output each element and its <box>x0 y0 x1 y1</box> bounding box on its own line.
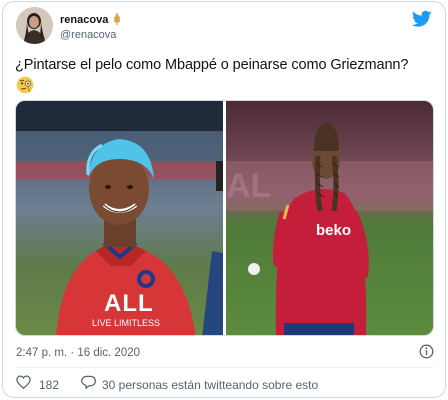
heart-icon[interactable] <box>16 375 31 394</box>
svg-text:AL: AL <box>226 167 271 205</box>
photo-player-braids[interactable]: AL beko <box>226 101 433 335</box>
divider <box>15 367 434 368</box>
tweet-text: ¿Pintarse el pelo como Mbappé o peinarse… <box>15 57 409 73</box>
photo-player-blue-hair[interactable]: ALL LIVE LIMITLESS <box>16 101 223 335</box>
monocle-face-emoji-icon <box>16 76 34 94</box>
svg-text:beko: beko <box>316 222 351 239</box>
avatar[interactable] <box>16 7 53 44</box>
user-handle[interactable]: @renacova <box>60 29 116 42</box>
reply-button[interactable]: 30 personas están twitteando sobre esto <box>81 375 318 394</box>
display-name-text[interactable]: renacova <box>60 14 108 27</box>
display-name[interactable]: renacova <box>60 13 122 28</box>
like-button[interactable]: 182 <box>16 375 59 394</box>
media-grid: ALL LIVE LIMITLESS AL beko <box>15 100 434 336</box>
info-icon[interactable] <box>419 344 434 359</box>
svg-text:LIVE LIMITLESS: LIVE LIMITLESS <box>92 318 160 328</box>
wheat-emoji-icon <box>112 13 122 28</box>
tweet-timestamp[interactable]: 2:47 p. m. · 16 dic. 2020 <box>16 346 140 360</box>
like-count: 182 <box>39 377 60 392</box>
reply-text[interactable]: 30 personas están twitteando sobre esto <box>102 378 318 392</box>
svg-text:ALL: ALL <box>104 290 154 317</box>
twitter-bird-icon[interactable] <box>411 10 432 28</box>
comment-icon[interactable] <box>81 375 96 394</box>
